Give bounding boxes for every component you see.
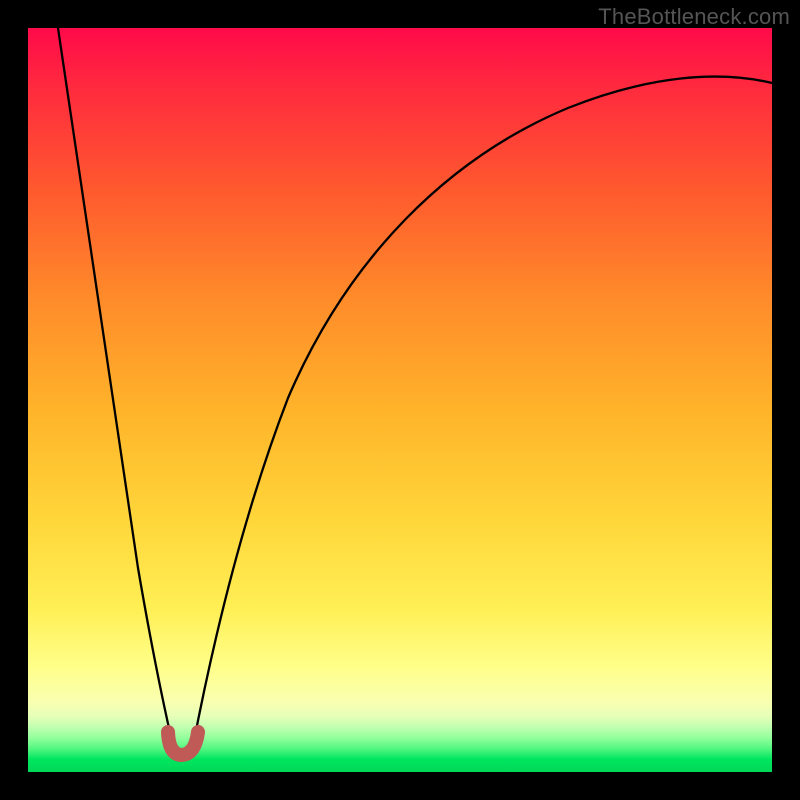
curve-left-branch xyxy=(58,28,173,746)
valley-marker xyxy=(168,732,198,755)
watermark-text: TheBottleneck.com xyxy=(598,4,790,30)
curve-right-branch xyxy=(193,77,772,746)
curve-layer xyxy=(28,28,772,772)
plot-frame xyxy=(28,28,772,772)
